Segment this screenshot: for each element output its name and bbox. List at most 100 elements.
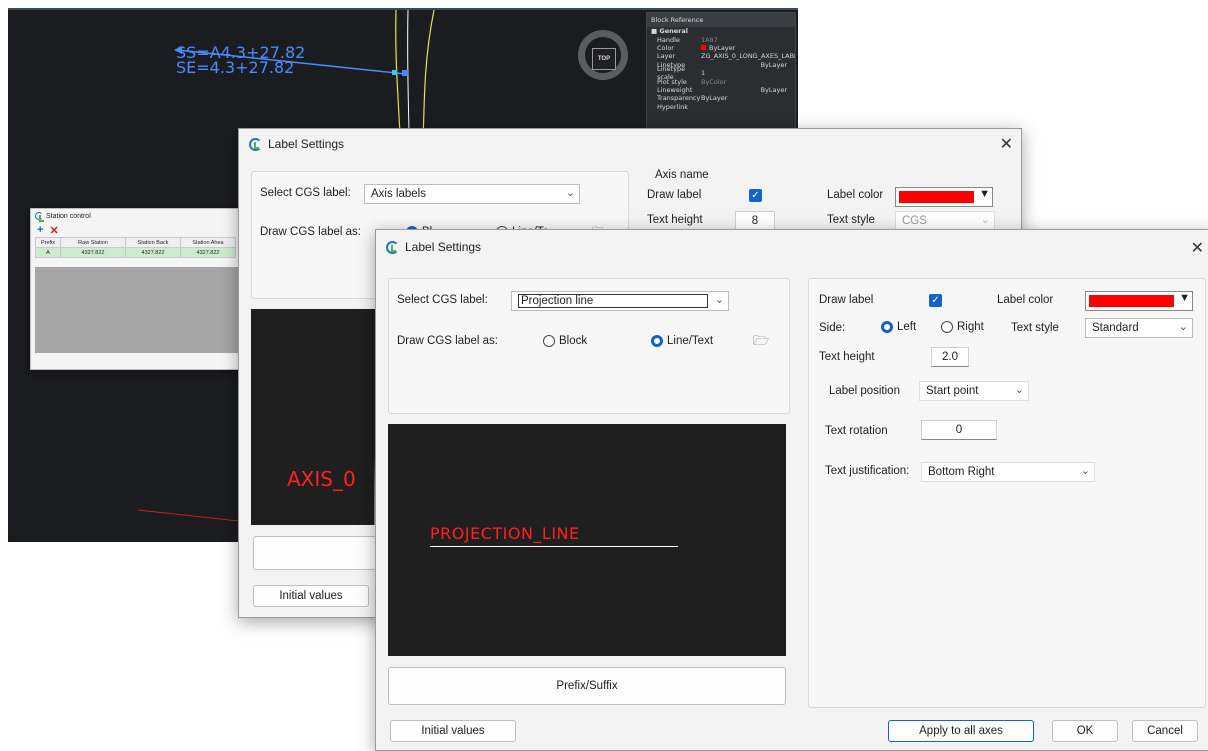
property-value: ByLayer	[760, 85, 787, 94]
select-cgs-label-dropdown[interactable]: Axis labels ⌄	[364, 184, 580, 204]
draw-label-caption: Draw label	[819, 294, 874, 306]
select-value: Standard	[1092, 322, 1139, 334]
property-row[interactable]: Color ByLayer	[647, 44, 795, 52]
select-label-caption: Select CGS label:	[397, 294, 488, 306]
property-row[interactable]: Handle 1A87	[647, 35, 795, 44]
delete-row-icon[interactable]: ✕	[49, 224, 58, 237]
text-justification-dropdown[interactable]: Bottom Right ⌄	[921, 462, 1095, 482]
dialog-title: Label Settings	[405, 240, 482, 254]
property-value: ByLayer	[701, 44, 795, 52]
property-row[interactable]: Hyperlink	[647, 103, 795, 111]
chevron-down-icon: ⌄	[1080, 465, 1090, 477]
chevron-down-icon: ⌄	[1014, 384, 1024, 396]
properties-section-label: General	[659, 27, 689, 36]
dialog-titlebar[interactable]: Label Settings	[239, 129, 1021, 159]
column-header[interactable]: Station Back	[125, 237, 181, 248]
station-control-titlebar[interactable]: Station control	[31, 209, 269, 223]
select-cgs-label-dropdown[interactable]: Projection line ⌄	[511, 291, 729, 311]
color-swatch-icon	[701, 44, 706, 50]
close-icon[interactable]: ✕	[1000, 134, 1013, 154]
label-color-picker[interactable]: ▼	[1085, 291, 1193, 311]
property-value: 1	[701, 69, 706, 78]
dialog-titlebar[interactable]: Label Settings	[376, 230, 1208, 264]
property-row[interactable]: Linetype scale 1	[647, 65, 795, 81]
label-color-picker[interactable]: ▼	[895, 187, 993, 207]
draw-label-caption: Draw label	[647, 189, 702, 201]
property-row[interactable]: Lineweight ByLayer	[647, 86, 795, 94]
radio-side-left-label: Left	[897, 321, 917, 333]
prefix-suffix-button-back[interactable]	[253, 536, 393, 570]
prefix-suffix-button[interactable]: Prefix/Suffix	[388, 667, 786, 705]
column-header[interactable]: Raw Station	[60, 237, 126, 248]
text-rotation-input[interactable]: 0	[921, 420, 997, 440]
properties-header[interactable]: Block Reference	[647, 13, 795, 27]
apply-to-all-axes-button[interactable]: Apply to all axes	[888, 720, 1034, 742]
column-header[interactable]: Station Ahea	[180, 237, 236, 248]
property-value: ByLayer	[760, 60, 787, 69]
preview-label-text: AXIS_0	[287, 467, 356, 491]
property-key: Hyperlink	[657, 102, 689, 111]
text-style-dropdown[interactable]: CGS ⌄	[895, 211, 995, 231]
table-cell[interactable]: 4327.822	[180, 247, 236, 258]
property-value: 1A87	[701, 35, 718, 44]
select-value: CGS	[902, 215, 927, 227]
radio-block[interactable]	[543, 335, 555, 347]
properties-selection: Block Reference	[651, 16, 704, 24]
view-cube-top-button[interactable]: TOP	[592, 48, 616, 70]
property-row[interactable]: Transparency ByLayer	[647, 94, 795, 102]
initial-values-button-back[interactable]: Initial values	[253, 585, 369, 607]
draw-as-caption: Draw CGS label as:	[260, 226, 361, 238]
property-row[interactable]: Plot style ByColor	[647, 77, 795, 86]
side-caption: Side:	[819, 322, 846, 334]
folder-open-icon[interactable]: 🗁	[753, 332, 769, 354]
radio-line-text-label: Line/Text	[667, 335, 714, 347]
property-row[interactable]: Layer ZG_AXIS_0_LONG_AXES_LABEL	[647, 52, 795, 60]
draw-as-caption: Draw CGS label as:	[397, 335, 498, 347]
property-value: ByLayer	[701, 94, 728, 103]
radio-line-text[interactable]	[651, 335, 663, 347]
text-justification-caption: Text justification:	[825, 465, 910, 477]
property-key: Color	[657, 43, 674, 52]
axis-name-group-title: Axis name	[655, 169, 709, 181]
label-preview-canvas: PROJECTION_LINE	[388, 424, 786, 656]
color-swatch	[899, 191, 974, 203]
properties-palette: Block Reference ■ General Handle 1A87 Col…	[646, 12, 796, 132]
close-icon[interactable]: ✕	[1191, 238, 1204, 258]
text-style-caption: Text style	[1011, 322, 1059, 334]
axis-name-group: Axis name Draw label ✓ Label color ▼ Tex…	[637, 169, 1009, 231]
label-settings-dialog: Label Settings ✕ Select CGS label: Proje…	[375, 229, 1208, 751]
text-style-caption: Text style	[827, 214, 875, 226]
preview-label-text: PROJECTION_LINE	[430, 524, 580, 543]
app-logo-icon	[35, 212, 44, 222]
radio-block-label: Block	[559, 335, 588, 347]
table-row[interactable]: A 4327.822 4327.822 4327.822	[35, 247, 236, 258]
label-source-panel: Select CGS label: Projection line ⌄ Draw…	[388, 278, 790, 414]
property-value: ByColor	[701, 77, 727, 86]
radio-side-right-label: Right	[957, 321, 984, 333]
draw-label-checkbox[interactable]: ✓	[749, 189, 762, 202]
text-rotation-caption: Text rotation	[825, 425, 888, 437]
text-height-input[interactable]: 2.0	[931, 347, 969, 367]
properties-section[interactable]: ■ General	[647, 27, 795, 35]
dropdown-arrow-icon: ▼	[979, 188, 990, 200]
station-control-title: Station control	[46, 212, 91, 220]
radio-side-right[interactable]	[941, 321, 953, 333]
label-position-dropdown[interactable]: Start point ⌄	[919, 381, 1029, 401]
table-cell[interactable]: 4327.822	[60, 247, 126, 258]
ok-button[interactable]: OK	[1052, 720, 1118, 742]
expand-icon: ■	[651, 27, 660, 36]
cancel-button[interactable]: Cancel	[1132, 720, 1198, 742]
app-logo-icon	[386, 240, 399, 254]
text-style-dropdown[interactable]: Standard ⌄	[1085, 318, 1193, 338]
draw-label-checkbox[interactable]: ✓	[929, 294, 942, 307]
table-cell[interactable]: 4327.822	[125, 247, 181, 258]
select-value: Projection line	[518, 294, 708, 308]
column-header[interactable]: Prefix	[35, 237, 61, 248]
select-label-caption: Select CGS label:	[260, 187, 351, 199]
text-height-input[interactable]: 8	[735, 211, 775, 231]
table-cell[interactable]: A	[35, 247, 61, 258]
station-label-se: SE=4.3+27.82	[176, 58, 295, 77]
radio-side-left[interactable]	[881, 321, 893, 333]
add-row-icon[interactable]: +	[37, 224, 43, 236]
initial-values-button[interactable]: Initial values	[390, 720, 516, 742]
